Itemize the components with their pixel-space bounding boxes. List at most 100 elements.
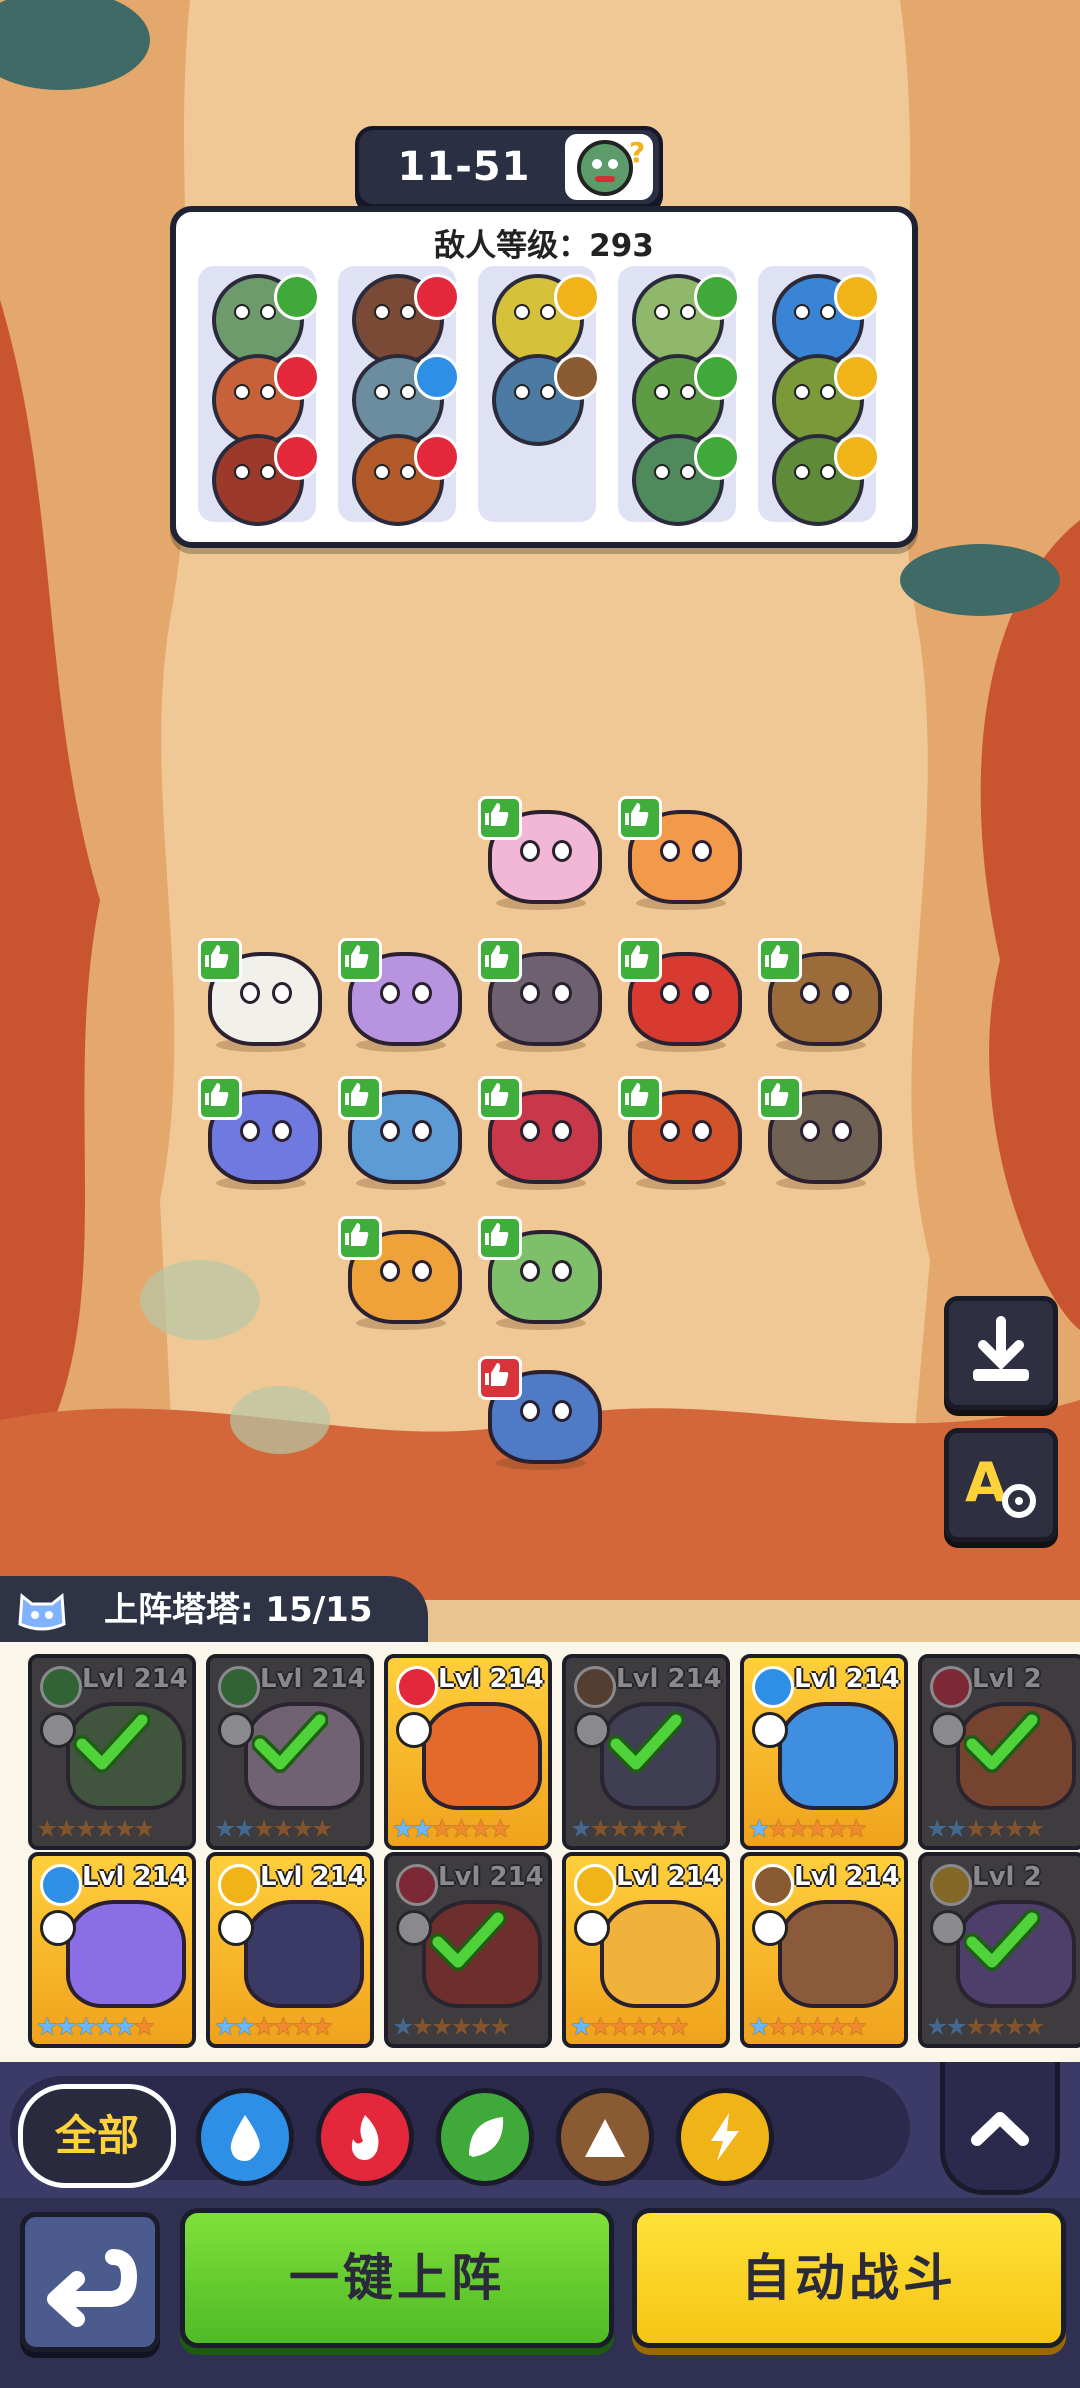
grass-element-icon (694, 434, 740, 480)
enemy-column (758, 266, 880, 526)
enemy-panel: 敌人等级：293 (170, 206, 918, 548)
star-rating: ★★★★★★ (748, 1816, 902, 1842)
unit-purple-cat[interactable] (338, 938, 462, 1052)
star-icon: ★ (430, 1814, 453, 1843)
tower-card[interactable]: Lvl 214 ★★★★★★ (740, 1654, 908, 1850)
unit-blue-chameleon[interactable] (198, 1076, 322, 1190)
svg-text:A: A (965, 1451, 1007, 1514)
unit-eye (520, 840, 540, 862)
enemy-face (654, 464, 698, 480)
unit-fire-bunny[interactable] (618, 796, 742, 910)
enemy-face (374, 384, 418, 400)
star-icon: ★ (589, 2012, 611, 2041)
tower-card[interactable]: Lvl 214★★★★★★ (384, 1852, 552, 2048)
action-bar: 一键上阵 自动战斗 (0, 2198, 1080, 2388)
unit-eye (380, 1120, 400, 1142)
mountain-icon (583, 2111, 627, 2163)
battle-board: 11-51 ? 敌人等级：293 A (0, 0, 1080, 1600)
tower-card[interactable]: Lvl 214★★★★★★ (206, 1654, 374, 1850)
enemy-face (374, 464, 418, 480)
thunder-element-icon (834, 434, 880, 480)
unit-fire-wolf[interactable] (618, 1076, 742, 1190)
save-formation-button[interactable] (944, 1296, 1058, 1410)
star-icon: ★ (786, 2012, 809, 2041)
star-rating: ★★★★★★ (748, 2014, 902, 2040)
thumbs-up-icon (758, 1076, 802, 1120)
role-icon (40, 1910, 76, 1946)
auto-settings-icon: A (965, 1451, 1036, 1518)
one-click-deploy-label: 一键上阵 (289, 2249, 505, 2307)
filter-water-drop-button[interactable] (196, 2088, 294, 2186)
download-icon (973, 1316, 1029, 1381)
star-icon: ★ (628, 2012, 650, 2041)
tower-card[interactable]: Lvl 214★★★★★★ (28, 1654, 196, 1850)
unit-eye (692, 982, 712, 1004)
unit-green-dino[interactable] (478, 1216, 602, 1330)
unit-eye (520, 1400, 540, 1422)
enemy-face (794, 384, 838, 400)
enemy-face (234, 464, 278, 480)
tower-card[interactable]: Lvl 214 ★★★★★★ (740, 1852, 908, 2048)
grass-element-icon (274, 274, 320, 320)
filter-fire-button[interactable] (316, 2088, 414, 2186)
unit-pink-mantis[interactable] (478, 796, 602, 910)
filter-lightning-button[interactable] (676, 2088, 774, 2186)
star-icon: ★ (806, 1814, 828, 1843)
unit-eye (552, 840, 572, 862)
thunder-element-icon (834, 354, 880, 400)
fire-icon (343, 2111, 387, 2163)
unit-eye (552, 1120, 572, 1142)
thumbs-up-icon (478, 1076, 522, 1120)
element-filter-bar: 全部 (0, 2062, 1080, 2198)
star-icon: ★ (767, 2012, 789, 2041)
card-level: Lvl 214 (794, 1664, 900, 1694)
unit-eye (520, 1120, 540, 1142)
unit-eye (552, 1260, 572, 1282)
unit-plant-bulb[interactable] (478, 1076, 602, 1190)
filter-all-label: 全部 (54, 2111, 139, 2160)
tower-card[interactable]: Lvl 214★★★★★★ (206, 1852, 374, 2048)
star-icon: ★ (291, 2012, 314, 2041)
tower-card[interactable]: Lvl 2★★★★★★ (918, 1852, 1080, 2048)
unit-stone-dragon[interactable] (758, 1076, 882, 1190)
unit-eye (660, 840, 680, 862)
unit-raccoon[interactable] (478, 938, 602, 1052)
back-button[interactable] (20, 2212, 160, 2352)
unit-blue-monkey[interactable] (478, 1356, 602, 1470)
tower-card[interactable]: Lvl 214★★★★★★ (562, 1654, 730, 1850)
enemy-info-button[interactable]: ? (565, 134, 653, 200)
filter-mountain-button[interactable] (556, 2088, 654, 2186)
star-icon: ★ (94, 2012, 116, 2041)
filter-leaf-button[interactable] (436, 2088, 534, 2186)
unit-water-otter[interactable] (338, 1076, 462, 1190)
star-icon: ★ (748, 2012, 770, 2041)
collapse-roster-button[interactable] (940, 2062, 1060, 2195)
star-icon: ★ (214, 2012, 236, 2041)
tower-card[interactable]: Lvl 2★★★★★★ (918, 1654, 1080, 1850)
checkmark-icon (607, 1710, 685, 1778)
filter-all-button[interactable]: 全部 (18, 2084, 176, 2188)
unit-red-lizard[interactable] (618, 938, 742, 1052)
auto-battle-button[interactable]: 自动战斗 (632, 2208, 1066, 2348)
auto-settings-button[interactable]: A (944, 1428, 1058, 1542)
card-level: Lvl 214 (794, 1862, 900, 1892)
tower-card[interactable]: Lvl 214★★★★★★ (562, 1852, 730, 2048)
unit-eye (552, 982, 572, 1004)
star-rating: ★★★★★★ (214, 2014, 368, 2040)
unit-fox-deer[interactable] (338, 1216, 462, 1330)
thunder-element-icon (554, 274, 600, 320)
star-icon: ★ (133, 2012, 155, 2041)
star-icon: ★ (113, 2012, 136, 2041)
unit-eye (660, 1120, 680, 1142)
unit-eye (380, 1260, 400, 1282)
thumbs-down-icon (478, 1356, 522, 1400)
enemy-column (198, 266, 320, 526)
tower-card[interactable]: Lvl 214★★★★★★ (28, 1852, 196, 2048)
unit-rock-turtle[interactable] (758, 938, 882, 1052)
thumbs-up-icon (758, 938, 802, 982)
unit-white-bear[interactable] (198, 938, 322, 1052)
tower-card[interactable]: Lvl 214★★★★★★ (384, 1654, 552, 1850)
card-level: Lvl 214 (438, 1664, 544, 1694)
star-icon: ★ (667, 2012, 689, 2041)
one-click-deploy-button[interactable]: 一键上阵 (180, 2208, 614, 2348)
